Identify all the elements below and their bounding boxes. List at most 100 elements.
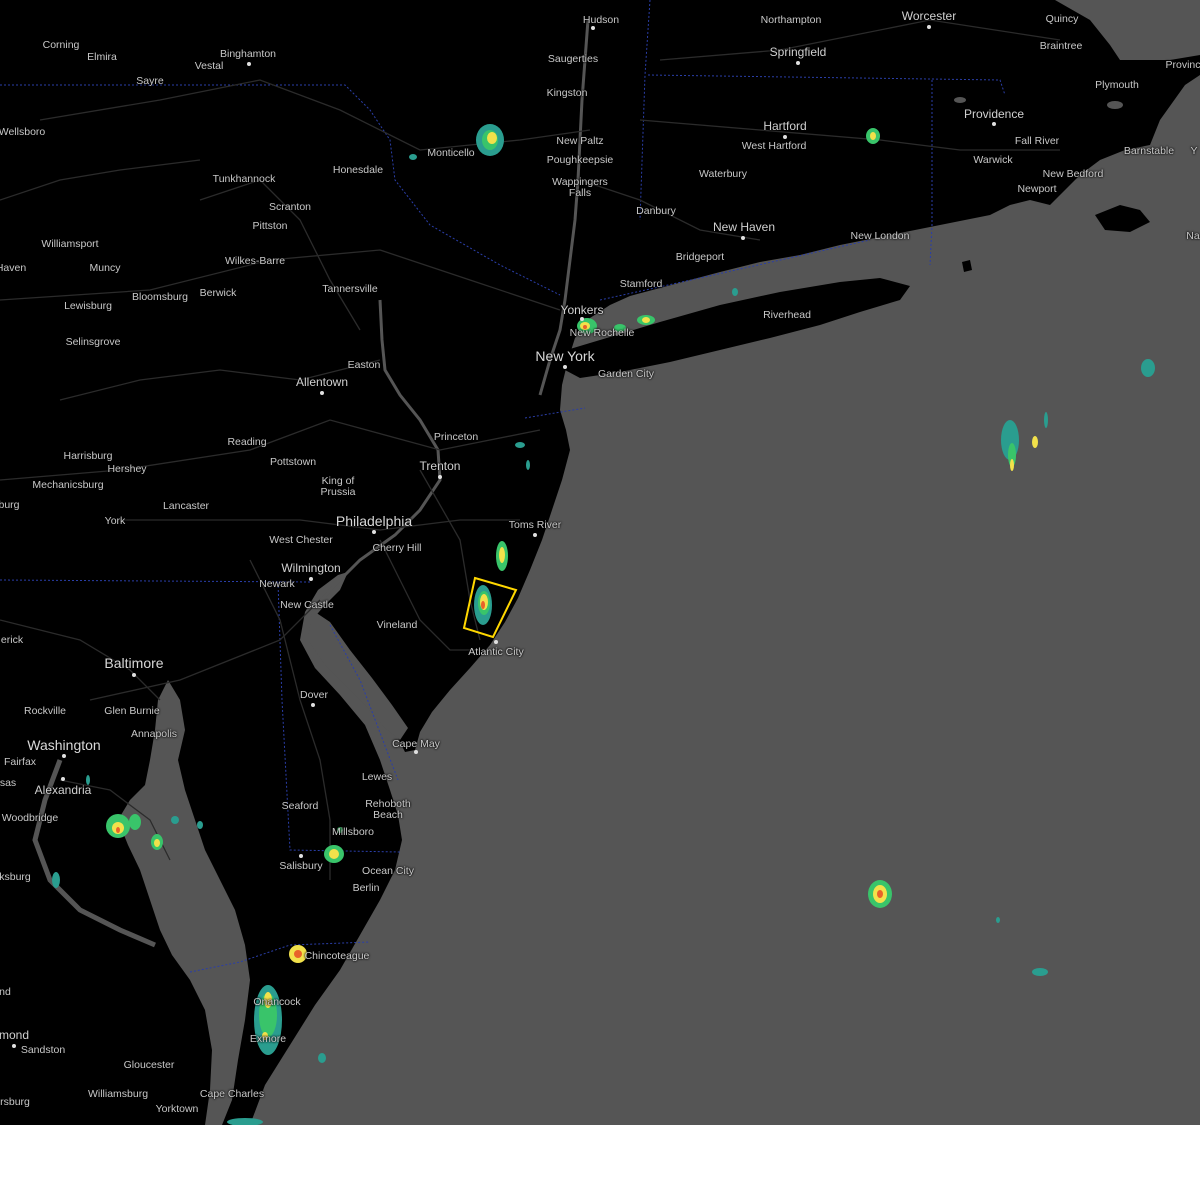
city-label: burg [0,499,20,511]
city-label: New London [850,230,910,242]
city-label: Danbury [636,205,676,217]
city-label: Yonkers [560,303,604,317]
city-label: Wellsboro [0,126,46,138]
city-marker [414,750,418,754]
city-marker [299,854,303,858]
city-label: Exmore [249,1033,287,1045]
city-label: Glen Burnie [104,705,160,717]
city-label: Williamsburg [87,1088,149,1100]
city-label: Trenton [419,459,461,473]
city-label: Bridgeport [675,251,725,263]
city-marker [61,777,65,781]
city-label: New Paltz [556,135,604,147]
city-label: Chincoteague [304,950,370,962]
city-marker [494,640,498,644]
city-label: Sandston [20,1044,66,1056]
city-label: New York [535,348,595,364]
city-label: Ocean City [362,865,414,877]
city-label: Saugerties [547,53,599,65]
city-label: erick [0,634,24,646]
city-label: Newport [1017,183,1057,195]
city-label: Honesdale [332,164,384,176]
city-label: Toms River [508,519,562,531]
city-label: Princeton [433,431,479,443]
city-marker [796,61,800,65]
island-block [962,260,972,272]
city-label: King of Prussia [320,475,356,498]
city-label: Na [1186,230,1200,242]
city-label: Gloucester [123,1059,175,1071]
city-label: York [104,515,126,527]
city-marker [783,135,787,139]
city-label: Vestal [194,60,224,72]
city-marker [580,317,584,321]
city-label: Mechanicsburg [32,479,104,491]
city-label: mond [0,1028,30,1042]
city-label: Woodbridge [1,812,59,824]
city-label: Warwick [973,154,1013,166]
city-label: Lancaster [162,500,210,512]
city-label: Providence [963,107,1025,121]
city-label: Yorktown [155,1103,199,1115]
city-label: Wilkes-Barre [224,255,286,267]
city-marker [247,62,251,66]
city-label: New Haven [712,220,776,234]
city-label: Kingston [546,87,588,99]
city-marker [927,25,931,29]
city-label: Cape May [392,738,440,750]
city-label: Y [1190,145,1198,157]
city-label: West Chester [269,534,333,546]
island-vineyard [1095,205,1150,232]
city-label: Reading [227,436,267,448]
city-label: Lewes [361,771,393,783]
city-label: Berwick [199,287,237,299]
map-canvas [0,0,1200,1125]
city-label: sas [0,777,17,789]
city-label: Atlantic City [468,646,524,658]
city-label: ksburg [0,871,31,883]
city-label: Pottstown [269,456,317,468]
city-label: Quincy [1045,13,1079,25]
city-label: Fall River [1014,135,1060,147]
city-label: Hudson [582,14,620,26]
city-label: Fairfax [3,756,37,768]
city-label: Elmira [87,51,117,63]
city-label: Barnstable [1123,145,1175,157]
city-label: Sayre [136,75,164,87]
city-label: West Hartford [741,140,807,152]
city-label: Pittston [252,220,288,232]
city-label: Stamford [619,278,663,290]
city-label: Worcester [901,9,957,23]
city-label: Wappingers Falls [552,176,608,199]
city-marker [741,236,745,240]
city-label: Philadelphia [335,513,413,529]
city-marker [533,533,537,537]
city-marker [591,26,595,30]
city-label: Wilmington [281,561,341,575]
city-label: Hartford [763,119,807,133]
city-label: Harrisburg [63,450,113,462]
city-label: New Rochelle [569,327,635,339]
city-marker [992,122,996,126]
city-marker [438,475,442,479]
city-label: Haven [0,262,27,274]
city-marker [62,754,66,758]
city-label: Plymouth [1095,79,1139,91]
city-marker [12,1044,16,1048]
city-label: Scranton [268,201,312,213]
city-label: Selinsgrove [65,336,121,348]
radar-map[interactable]: Hudson Northampton Worcester Quincy Corn… [0,0,1200,1125]
city-label: Poughkeepsie [546,154,614,166]
city-label: Easton [347,359,381,371]
city-label: Berlin [352,882,380,894]
city-label: Monticello [427,147,475,159]
city-label: Waterbury [698,168,748,180]
city-marker [311,703,315,707]
city-label: Riverhead [763,309,811,321]
city-label: Vineland [376,619,418,631]
city-label: Rehoboth Beach [365,798,411,821]
city-marker [563,365,567,369]
city-label: Tunkhannock [212,173,276,185]
city-label: Washington [27,737,101,753]
city-label: Seaford [281,800,319,812]
